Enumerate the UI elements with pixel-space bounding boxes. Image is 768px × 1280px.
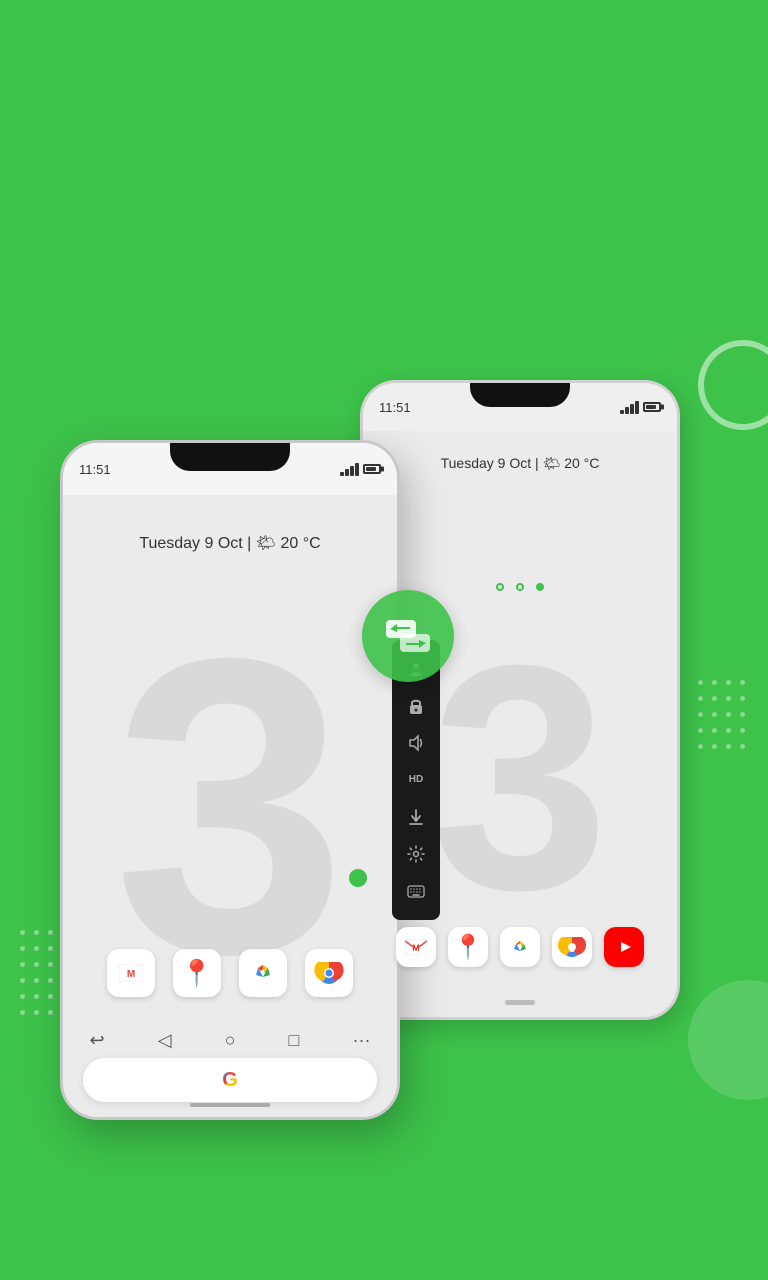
phone-back-date: Tuesday 9 Oct | 🌤 20 °C	[441, 455, 600, 472]
toolbar-hd-icon[interactable]: HD	[402, 766, 430, 794]
signal-bars-front	[340, 463, 359, 476]
phone-back-dots	[496, 583, 544, 591]
app-icon-photos-front[interactable]	[239, 949, 287, 997]
control-toolbar: HD	[392, 640, 440, 920]
phones-container: 11:51 Tuesday 9 Oct | 🌤 20 °C	[0, 320, 768, 1220]
nav-back-icon[interactable]: ↩	[90, 1030, 105, 1051]
phone-front: 11:51 Tuesday 9 Oct | 🌤 20 °C 3	[60, 440, 400, 1120]
toolbar-settings-icon[interactable]	[402, 840, 430, 868]
toolbar-download-icon[interactable]	[402, 803, 430, 831]
phone-front-google-bar[interactable]: G	[83, 1058, 377, 1102]
toolbar-keyboard-icon[interactable]	[402, 877, 430, 905]
phone-front-app-icons: M 📍	[63, 949, 397, 997]
signal-bars-back	[620, 401, 639, 414]
app-icon-gmail-front[interactable]: M	[107, 949, 155, 997]
nav-dots[interactable]: ···	[352, 1030, 370, 1051]
phone-front-time: 11:51	[79, 462, 111, 477]
svg-text:M: M	[127, 969, 135, 980]
phone-back-swipe-bar	[505, 1000, 535, 1005]
battery-icon-front	[363, 464, 381, 474]
phone-back-app-icons: M 📍	[363, 927, 677, 967]
phone-front-status-icons	[340, 463, 381, 476]
phone-front-nav-bar: ↩ ◁ ○ □ ···	[63, 1018, 397, 1062]
svg-text:M: M	[412, 943, 420, 953]
app-icon-gmail-back[interactable]: M	[396, 927, 436, 967]
switch-icon-circle[interactable]	[362, 590, 454, 682]
app-icon-maps-back[interactable]: 📍	[448, 927, 488, 967]
app-icon-youtube-back[interactable]	[604, 927, 644, 967]
phone-front-date: Tuesday 9 Oct | 🌤 20 °C	[139, 533, 320, 553]
toolbar-volume-icon[interactable]	[402, 729, 430, 757]
google-g-icon: G	[222, 1069, 238, 1092]
app-icon-chrome-back[interactable]	[552, 927, 592, 967]
nav-home-triangle[interactable]: ◁	[158, 1030, 172, 1051]
app-icon-maps-front[interactable]: 📍	[173, 949, 221, 997]
app-icon-photos-back[interactable]	[500, 927, 540, 967]
nav-recents-square[interactable]: □	[289, 1030, 300, 1051]
switch-arrows-icon	[382, 616, 434, 656]
battery-icon-back	[643, 402, 661, 412]
phone-back-status-icons	[620, 401, 661, 414]
app-icon-chrome-front[interactable]	[305, 949, 353, 997]
phone-front-screen: 11:51 Tuesday 9 Oct | 🌤 20 °C 3	[63, 443, 397, 1117]
phone-back-bg-number: 3	[431, 617, 609, 937]
nav-home-circle[interactable]: ○	[225, 1030, 236, 1051]
phone-back-time: 11:51	[379, 400, 411, 415]
toolbar-lock-icon[interactable]	[402, 692, 430, 720]
phone-front-notch	[170, 443, 290, 471]
phone-back-notch	[470, 383, 570, 407]
phone-front-green-dot	[349, 869, 367, 887]
phone-front-swipe-bar	[190, 1103, 270, 1107]
